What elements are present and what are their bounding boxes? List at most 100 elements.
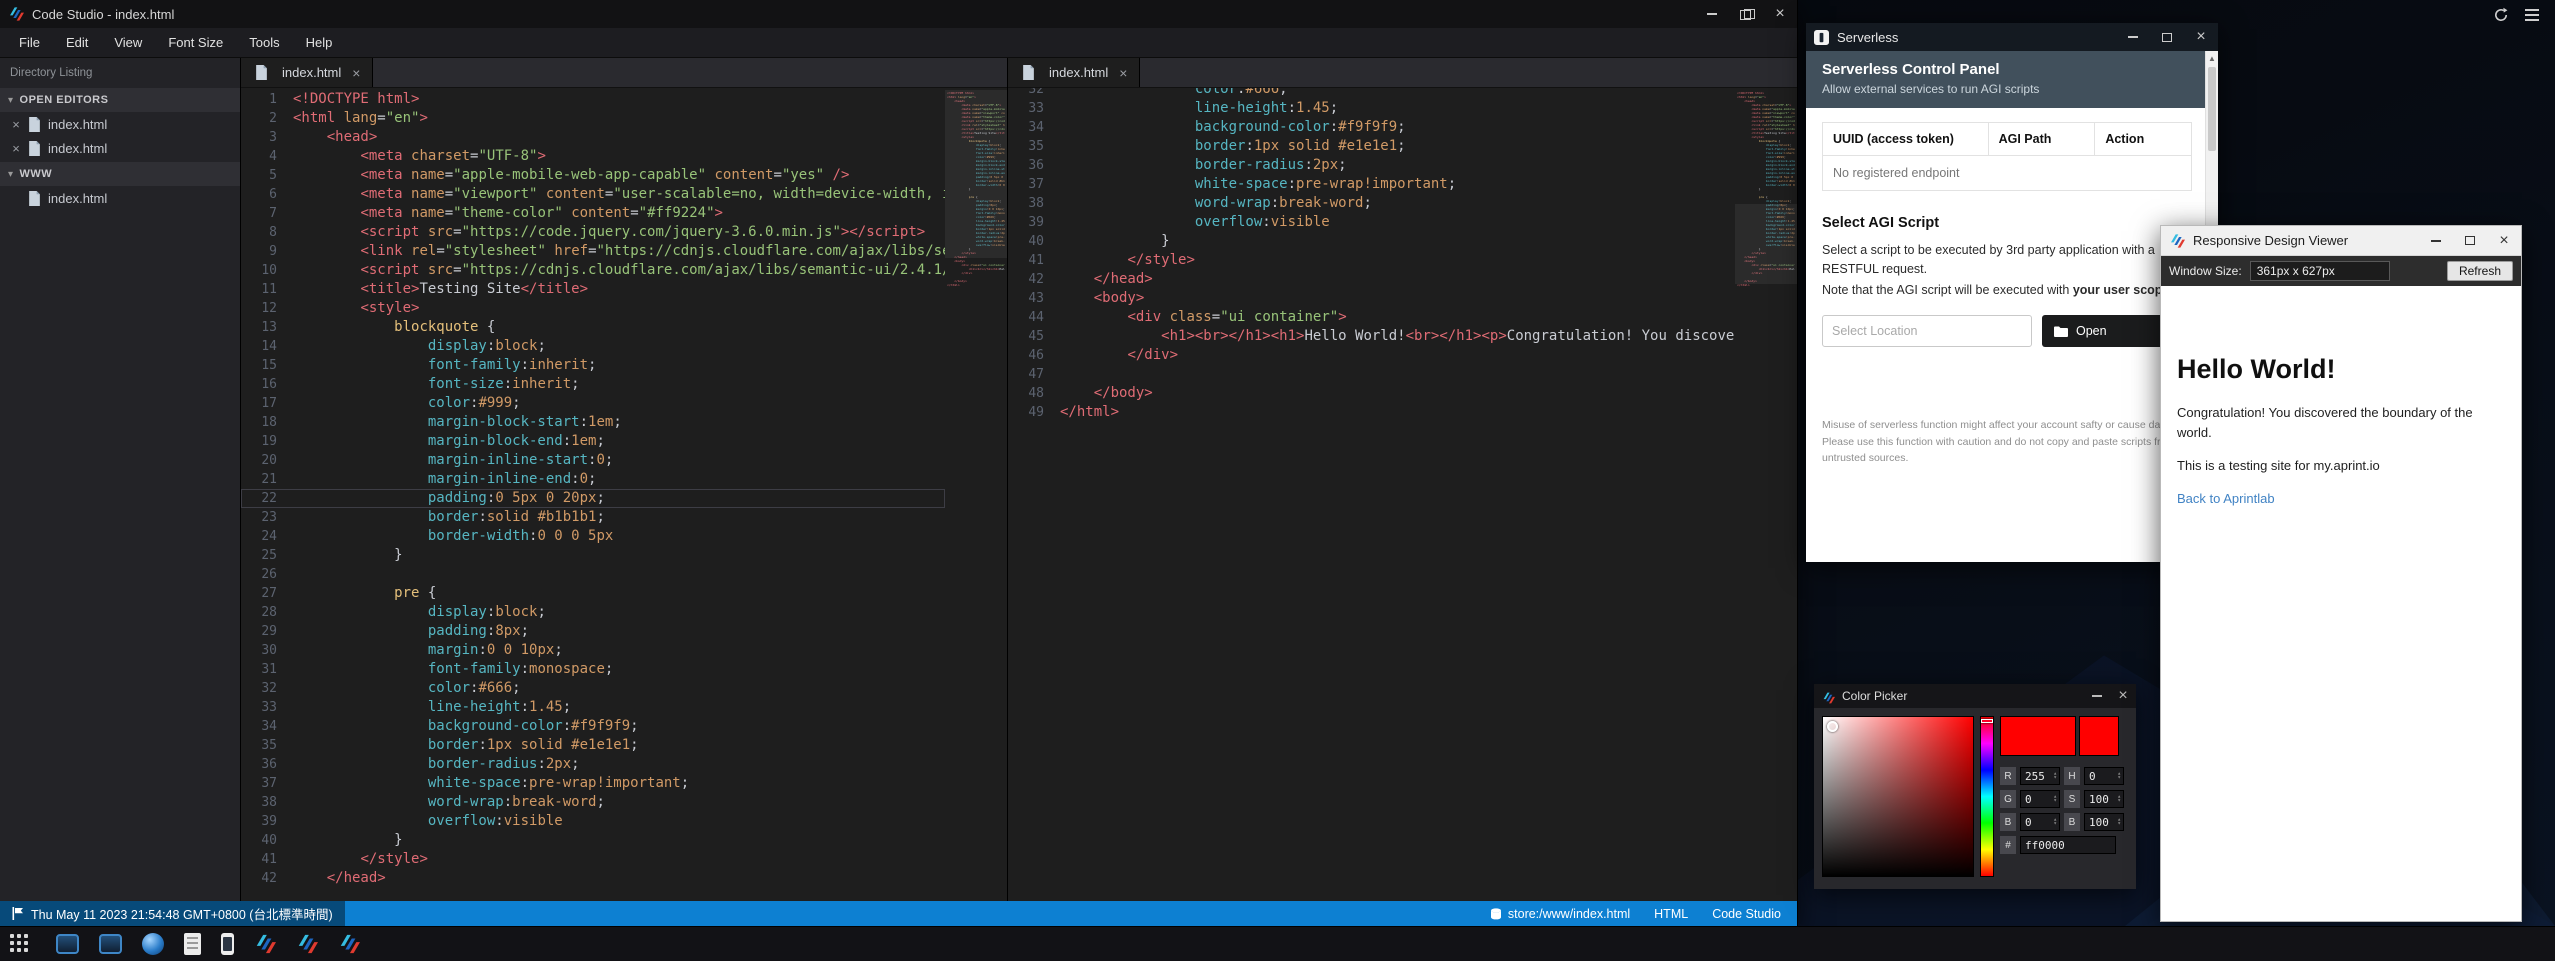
code-editor[interactable]: 32 color:#666;33 line-height:1.45;34 bac… [1008,88,1735,901]
code-line[interactable]: 34 background-color:#f9f9f9; [241,717,945,736]
code-line[interactable]: 2<html lang="en"> [241,109,945,128]
code-line[interactable]: 20 margin-inline-start:0; [241,451,945,470]
code-line[interactable]: 34 background-color:#f9f9f9; [1008,118,1735,137]
hue-cursor[interactable] [1981,719,1993,723]
code-line[interactable]: 41 </style> [1008,251,1735,270]
phone-app-icon[interactable] [221,933,234,955]
code-line[interactable]: 24 border-width:0 0 0 5px [241,527,945,546]
sidebar-section-www[interactable]: ▾WWW [0,162,240,186]
minimap[interactable]: <!DOCTYPE html><html lang="en"> <head> <… [945,88,1007,901]
menu-tools[interactable]: Tools [236,28,292,58]
code-editor[interactable]: 1<!DOCTYPE html>2<html lang="en">3 <head… [241,88,945,901]
code-studio-icon[interactable] [338,933,360,955]
minimap-viewport[interactable] [945,90,1007,258]
status-app-name[interactable]: Code Studio [1712,907,1781,921]
tab-close-icon[interactable]: × [1119,65,1127,81]
status-datetime[interactable]: Thu May 11 2023 21:54:48 GMT+0800 (台北標準時… [0,901,345,926]
globe-app-icon[interactable] [142,933,164,955]
code-line[interactable]: 48 </body> [1008,384,1735,403]
code-line[interactable]: 39 overflow:visible [1008,213,1735,232]
refresh-button[interactable]: Refresh [2447,261,2513,281]
code-line[interactable]: 40 } [1008,232,1735,251]
close-button[interactable]: × [1763,0,1797,28]
code-line[interactable]: 8 <script src="https://code.jquery.com/j… [241,223,945,242]
code-line[interactable]: 44 <div class="ui container"> [1008,308,1735,327]
code-line[interactable]: 1<!DOCTYPE html> [241,90,945,109]
code-line[interactable]: 25 } [241,546,945,565]
code-line[interactable]: 5 <meta name="apple-mobile-web-app-capab… [241,166,945,185]
code-line[interactable]: 42 </head> [1008,270,1735,289]
code-line[interactable]: 7 <meta name="theme-color" content="#ff9… [241,204,945,223]
code-line[interactable]: 42 </head> [241,869,945,888]
minimize-button[interactable] [2116,23,2150,51]
code-line[interactable]: 18 margin-block-start:1em; [241,413,945,432]
minimap[interactable]: <!DOCTYPE html><html lang="en"> <head> <… [1735,88,1797,901]
code-line[interactable]: 19 margin-block-end:1em; [241,432,945,451]
minimize-button[interactable] [2084,684,2110,708]
code-line[interactable]: 40 } [241,831,945,850]
color-field-b[interactable]: 0▴▾ [2020,813,2060,831]
code-line[interactable]: 6 <meta name="viewport" content="user-sc… [241,185,945,204]
code-line[interactable]: 14 display:block; [241,337,945,356]
code-line[interactable]: 35 border:1px solid #e1e1e1; [241,736,945,755]
code-line[interactable]: 22 padding:0 5px 0 20px; [241,489,945,508]
maximize-button[interactable] [2150,23,2184,51]
code-line[interactable]: 26 [241,565,945,584]
code-line[interactable]: 27 pre { [241,584,945,603]
hue-slider[interactable] [1980,716,1994,877]
minimize-button[interactable] [1695,0,1729,28]
maximize-button[interactable] [2453,226,2487,255]
sidebar-section-open-editors[interactable]: ▾OPEN EDITORS [0,88,240,112]
window-size-input[interactable] [2250,261,2390,281]
hex-color-field[interactable]: ff0000 [2020,836,2116,854]
code-line[interactable]: 43 <body> [1008,289,1735,308]
code-line[interactable]: 13 blockquote { [241,318,945,337]
scroll-up-icon[interactable]: ▲ [2206,51,2218,65]
code-line[interactable]: 3 <head> [241,128,945,147]
saturation-brightness-area[interactable] [1822,716,1974,877]
code-line[interactable]: 36 border-radius:2px; [1008,156,1735,175]
close-button[interactable]: × [2487,226,2521,255]
stepper-icon[interactable]: ▴▾ [2053,818,2057,826]
document-app-icon[interactable] [184,933,201,955]
code-line[interactable]: 11 <title>Testing Site</title> [241,280,945,299]
tab-index-html[interactable]: index.html × [241,58,373,87]
menu-help[interactable]: Help [293,28,346,58]
code-line[interactable]: 33 line-height:1.45; [241,698,945,717]
code-line[interactable]: 30 margin:0 0 10px; [241,641,945,660]
sidebar-item-index-html[interactable]: ×index.html [0,136,240,160]
code-line[interactable]: 21 margin-inline-end:0; [241,470,945,489]
menu-edit[interactable]: Edit [53,28,101,58]
sidebar-item-index-html[interactable]: index.html [0,186,240,210]
window-app-icon[interactable] [56,934,79,954]
open-button[interactable]: Open [2042,315,2172,347]
tab-close-icon[interactable]: × [352,65,360,81]
code-line[interactable]: 37 white-space:pre-wrap!important; [1008,175,1735,194]
code-line[interactable]: 15 font-family:inherit; [241,356,945,375]
select-location-input[interactable] [1822,315,2032,347]
status-file-path[interactable]: store:/www/index.html [1490,907,1630,921]
code-studio-icon[interactable] [254,933,276,955]
code-line[interactable]: 45 <h1><br></h1><h1>Hello World!<br></h1… [1008,327,1735,346]
menu-view[interactable]: View [101,28,155,58]
code-line[interactable]: 28 display:block; [241,603,945,622]
code-line[interactable]: 39 overflow:visible [241,812,945,831]
color-field-r[interactable]: 255▴▾ [2020,767,2060,785]
stepper-icon[interactable]: ▴▾ [2117,772,2121,780]
close-icon[interactable]: × [8,141,24,156]
code-line[interactable]: 9 <link rel="stylesheet" href="https://c… [241,242,945,261]
code-line[interactable]: 10 <script src="https://cdnjs.cloudflare… [241,261,945,280]
code-line[interactable]: 23 border:solid #b1b1b1; [241,508,945,527]
sync-icon[interactable] [2493,7,2509,23]
color-field-g[interactable]: 0▴▾ [2020,790,2060,808]
code-line[interactable]: 16 font-size:inherit; [241,375,945,394]
code-line[interactable]: 35 border:1px solid #e1e1e1; [1008,137,1735,156]
back-to-aprintlab-link[interactable]: Back to Aprintlab [2177,491,2275,506]
code-line[interactable]: 46 </div> [1008,346,1735,365]
code-line[interactable]: 37 white-space:pre-wrap!important; [241,774,945,793]
color-field-s[interactable]: 100▴▾ [2084,790,2124,808]
color-cursor[interactable] [1827,721,1838,732]
code-line[interactable]: 31 font-family:monospace; [241,660,945,679]
code-line[interactable]: 29 padding:8px; [241,622,945,641]
sidebar-item-index-html[interactable]: ×index.html [0,112,240,136]
